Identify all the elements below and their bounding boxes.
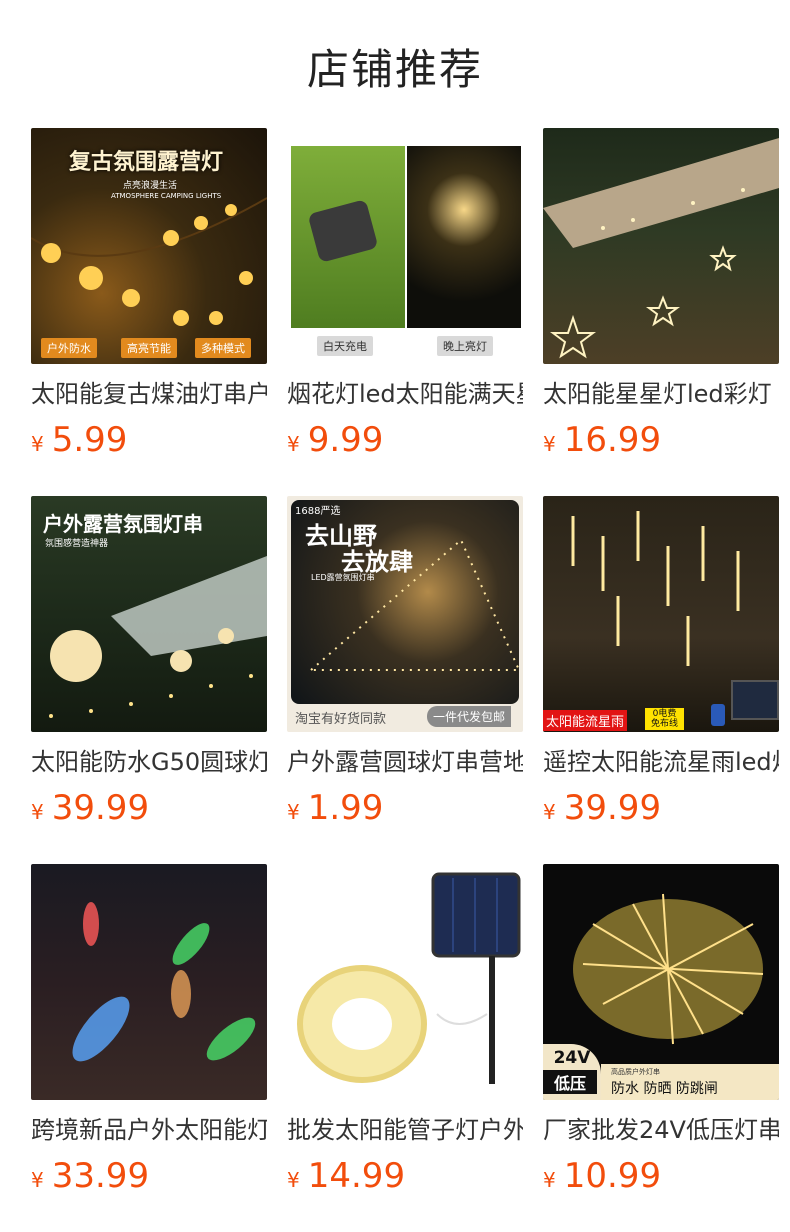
voltage-badge-bottom: 低压 — [543, 1070, 597, 1094]
solar-panel-icon — [307, 199, 379, 263]
price-amount: 10.99 — [563, 1156, 662, 1196]
night-photo — [407, 146, 521, 328]
price-amount: 39.99 — [51, 788, 150, 828]
product-price: ¥ 39.99 — [543, 788, 779, 830]
feature-badge: 户外防水 — [41, 338, 97, 358]
currency-symbol: ¥ — [543, 800, 556, 824]
product-image[interactable]: 24V 低压 高品质户外灯串 防水 防晒 防跳闸 — [543, 864, 779, 1100]
currency-symbol: ¥ — [287, 800, 300, 824]
product-name[interactable]: 太阳能星星灯led彩灯 — [543, 378, 779, 410]
feature-badge: 高亮节能 — [121, 338, 177, 358]
price-amount: 5.99 — [51, 420, 128, 460]
product-card[interactable]: 白天充电 晚上亮灯 烟花灯led太阳能满天星 ¥ 9.99 — [287, 128, 523, 462]
product-card[interactable]: 跨境新品户外太阳能灯串 ¥ 33.99 — [31, 864, 267, 1198]
features-text: 防水 防晒 防跳闸 — [611, 1081, 718, 1097]
product-image[interactable]: 户外露营氛围灯串 氛围感营造神器 — [31, 496, 267, 732]
remote-icon — [711, 704, 725, 726]
tube-light-illustration — [297, 872, 521, 1084]
voltage-badge-top: 24V — [553, 1048, 591, 1068]
image-headline: 户外露营氛围灯串 — [43, 512, 203, 536]
image-subtitle: 氛围感营造神器 — [45, 539, 109, 549]
product-image[interactable]: 白天充电 晚上亮灯 — [287, 128, 523, 364]
product-price: ¥ 33.99 — [31, 1156, 267, 1198]
star-lights-illustration — [543, 138, 779, 359]
product-name[interactable]: 批发太阳能管子灯户外 — [287, 1114, 523, 1146]
currency-symbol: ¥ — [31, 800, 44, 824]
caption-tag: 白天充电 — [317, 336, 373, 356]
voltage-badge: 24V 低压 — [543, 1044, 601, 1100]
footer-left-label: 淘宝有好货同款 — [295, 712, 387, 727]
features-strip: 高品质户外灯串 防水 防晒 防跳闸 — [601, 1064, 779, 1100]
product-card[interactable]: 24V 低压 高品质户外灯串 防水 防晒 防跳闸 厂家批发24V低压灯串 ¥ 1… — [543, 864, 779, 1198]
product-card[interactable]: 户外露营氛围灯串 氛围感营造神器 太阳能防水G50圆球灯串 ¥ 39.99 — [31, 496, 267, 830]
currency-symbol: ¥ — [543, 1168, 556, 1192]
product-name[interactable]: 遥控太阳能流星雨led灯 — [543, 746, 779, 778]
image-headline: 复古氛围露营灯 — [69, 150, 224, 175]
product-image[interactable] — [287, 864, 523, 1100]
price-amount: 39.99 — [563, 788, 662, 828]
product-card[interactable]: 太阳能星星灯led彩灯 ¥ 16.99 — [543, 128, 779, 462]
product-price: ¥ 1.99 — [287, 788, 523, 830]
currency-symbol: ¥ — [287, 432, 300, 456]
product-name[interactable]: 太阳能复古煤油灯串户外防水 — [31, 378, 267, 410]
features-small: 高品质户外灯串 — [611, 1068, 660, 1076]
currency-symbol: ¥ — [31, 1168, 44, 1192]
product-name[interactable]: 烟花灯led太阳能满天星 — [287, 378, 523, 410]
product-card[interactable]: 批发太阳能管子灯户外 ¥ 14.99 — [287, 864, 523, 1198]
caption-tag: 晚上亮灯 — [437, 336, 493, 356]
product-image[interactable]: 1688严选 去山野 去放肆 LED露营氛围灯串 淘宝有好货同款 一件代发包邮 — [287, 496, 523, 732]
product-image[interactable] — [543, 128, 779, 364]
label-red: 太阳能流星雨 — [543, 710, 628, 731]
price-amount: 14.99 — [307, 1156, 406, 1196]
label-yellow: 0电费 免布线 — [645, 708, 685, 730]
feature-badge: 多种模式 — [195, 338, 251, 358]
product-image[interactable]: 复古氛围露营灯 点亮浪漫生活 ATMOSPHERE CAMPING LIGHTS… — [31, 128, 267, 364]
label-yellow-line1: 0电费 — [652, 709, 677, 719]
product-card[interactable]: 太阳能流星雨 0电费 免布线 遥控太阳能流星雨led灯 ¥ 39.99 — [543, 496, 779, 830]
currency-symbol: ¥ — [543, 432, 556, 456]
image-subtitle: 点亮浪漫生活 — [123, 181, 178, 191]
product-price: ¥ 39.99 — [31, 788, 267, 830]
product-price: ¥ 16.99 — [543, 420, 779, 462]
solar-panel-icon — [731, 680, 779, 720]
label-yellow-line2: 免布线 — [651, 719, 679, 729]
product-name[interactable]: 太阳能防水G50圆球灯串 — [31, 746, 267, 778]
corner-label: 1688严选 — [295, 506, 341, 517]
price-amount: 16.99 — [563, 420, 662, 460]
product-name[interactable]: 厂家批发24V低压灯串 — [543, 1114, 779, 1146]
product-image[interactable]: 太阳能流星雨 0电费 免布线 — [543, 496, 779, 732]
product-price: ¥ 14.99 — [287, 1156, 523, 1198]
product-card[interactable]: 1688严选 去山野 去放肆 LED露营氛围灯串 淘宝有好货同款 一件代发包邮 … — [287, 496, 523, 830]
currency-symbol: ¥ — [31, 432, 44, 456]
product-name[interactable]: 跨境新品户外太阳能灯串 — [31, 1114, 267, 1146]
price-amount: 1.99 — [307, 788, 384, 828]
page-title: 店铺推荐 — [306, 45, 483, 94]
price-amount: 33.99 — [51, 1156, 150, 1196]
daytime-photo — [291, 146, 405, 328]
image-subtitle: LED露营氛围灯串 — [311, 573, 375, 582]
product-price: ¥ 5.99 — [31, 420, 267, 462]
product-image[interactable] — [31, 864, 267, 1100]
teardrop-lights-illustration — [72, 902, 256, 1062]
product-price: ¥ 9.99 — [287, 420, 523, 462]
product-name[interactable]: 户外露营圆球灯串营地 — [287, 746, 523, 778]
price-amount: 9.99 — [307, 420, 384, 460]
product-price: ¥ 10.99 — [543, 1156, 779, 1198]
footer-right-label: 一件代发包邮 — [427, 706, 512, 727]
image-subtitle-en: ATMOSPHERE CAMPING LIGHTS — [111, 192, 222, 200]
product-card[interactable]: 复古氛围露营灯 点亮浪漫生活 ATMOSPHERE CAMPING LIGHTS… — [31, 128, 267, 462]
currency-symbol: ¥ — [287, 1168, 300, 1192]
